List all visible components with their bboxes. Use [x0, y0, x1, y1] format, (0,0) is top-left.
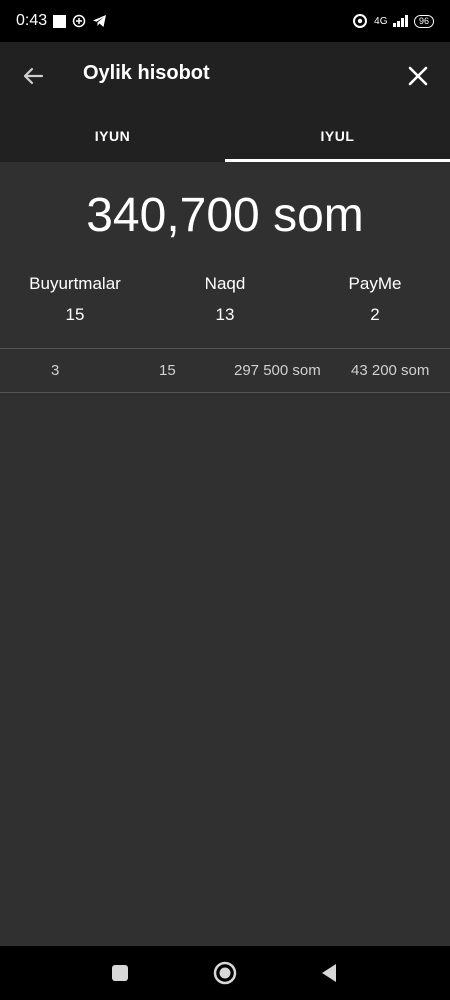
stat-payme: PayMe 2 — [300, 274, 450, 325]
month-tabs: IYUN IYUL — [0, 110, 450, 162]
home-button[interactable] — [210, 958, 240, 988]
page-title: Oylik hisobot — [83, 62, 210, 84]
notification-square-icon — [53, 14, 67, 28]
status-right: 4G 96 — [352, 13, 434, 29]
stat-label: Buyurtmalar — [29, 274, 121, 293]
signal-icon — [393, 15, 408, 27]
row-cell-3: 297 500 som — [234, 362, 321, 379]
network-type: 4G — [374, 15, 388, 27]
stat-value: 2 — [370, 305, 380, 324]
row-cell-2: 15 — [159, 362, 176, 379]
battery-icon: 96 — [413, 14, 434, 28]
back-button[interactable] — [16, 54, 50, 98]
row-cell-4: 43 200 som — [351, 362, 430, 379]
stat-value: 13 — [215, 305, 235, 324]
divider — [0, 392, 450, 393]
location-icon — [72, 14, 86, 28]
stat-orders: Buyurtmalar 15 — [0, 274, 150, 325]
tab-label: IYUL — [320, 128, 355, 144]
status-time: 0:43 — [16, 12, 48, 29]
battery-level: 96 — [418, 16, 429, 26]
recents-button[interactable] — [105, 958, 135, 988]
close-button[interactable] — [396, 54, 440, 98]
arrow-left-icon — [23, 67, 44, 85]
table-row[interactable]: 3 15 297 500 som 43 200 som — [0, 349, 450, 392]
stat-value: 15 — [65, 305, 85, 324]
telegram-icon — [93, 15, 107, 27]
tab-label: IYUN — [94, 128, 131, 144]
status-left: 0:43 — [16, 12, 107, 30]
square-icon — [112, 965, 128, 981]
system-nav-bar — [0, 946, 450, 1000]
summary-stats: Buyurtmalar 15 Naqd 13 PayMe 2 — [0, 274, 450, 325]
alarm-icon — [353, 14, 368, 28]
row-cell-1: 3 — [51, 362, 60, 379]
stat-cash: Naqd 13 — [150, 274, 300, 325]
total-amount: 340,700 som — [86, 189, 364, 242]
app-bar: Oylik hisobot — [0, 42, 450, 110]
circle-icon — [213, 961, 237, 985]
triangle-back-icon — [322, 964, 336, 982]
tab-iyul[interactable]: IYUL — [225, 110, 450, 162]
close-icon — [408, 66, 428, 86]
tab-iyun[interactable]: IYUN — [0, 110, 225, 162]
stat-label: PayMe — [348, 274, 402, 293]
stat-label: Naqd — [204, 274, 246, 293]
back-nav-button[interactable] — [314, 958, 344, 988]
status-bar: 0:43 4G 96 — [0, 0, 450, 42]
